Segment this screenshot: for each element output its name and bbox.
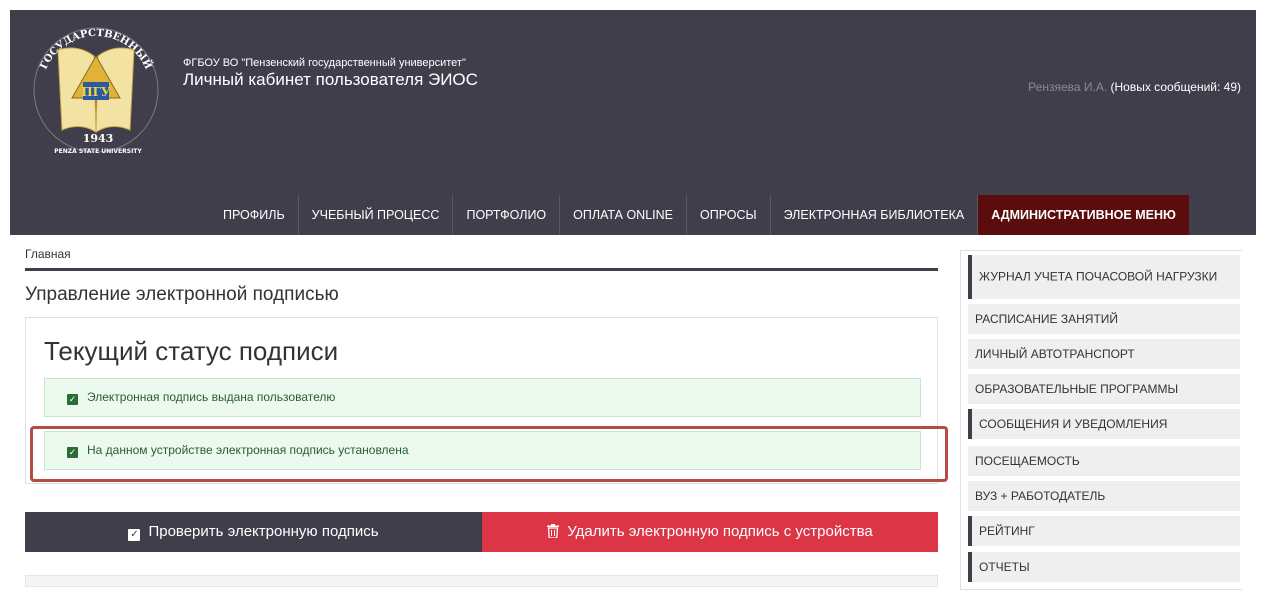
status-heading: Текущий статус подписи xyxy=(44,336,339,366)
sidebar-item-reports[interactable]: ОТЧЕТЫ xyxy=(968,552,1240,582)
sidebar-item-label: ОБРАЗОВАТЕЛЬНЫЕ ПРОГРАММЫ xyxy=(975,382,1179,396)
sidebar-item-hourly-load-journal[interactable]: ЖУРНАЛ УЧЕТА ПОЧАСОВОЙ НАГРУЗКИ xyxy=(968,255,1240,299)
sidebar-item-messages[interactable]: СООБЩЕНИЯ И УВЕДОМЛЕНИЯ xyxy=(968,409,1240,439)
sidebar-item-university-employer[interactable]: ВУЗ + РАБОТОДАТЕЛЬ xyxy=(968,481,1240,511)
check-square-icon: ✓ xyxy=(128,529,141,541)
svg-text:PENZA STATE UNIVERSITY: PENZA STATE UNIVERSITY xyxy=(54,148,142,155)
main-nav: ПРОФИЛЬ УЧЕБНЫЙ ПРОЦЕСС ПОРТФОЛИО ОПЛАТА… xyxy=(210,195,1189,235)
user-info: Рензяева И.А. (Новых сообщений: 49) xyxy=(1028,80,1241,94)
sidebar-item-label: ПОСЕЩАЕМОСТЬ xyxy=(975,454,1080,468)
sidebar-item-label: ЛИЧНЫЙ АВТОТРАНСПОРТ xyxy=(975,347,1135,361)
nav-admin-menu[interactable]: АДМИНИСТРАТИВНОЕ МЕНЮ xyxy=(977,195,1189,235)
check-square-icon: ✓ xyxy=(67,394,78,405)
nav-study-process[interactable]: УЧЕБНЫЙ ПРОЦЕСС xyxy=(297,195,453,235)
sidebar-item-label: РАСПИСАНИЕ ЗАНЯТИЙ xyxy=(975,312,1119,326)
alert-signature-issued: ✓ Электронная подпись выдана пользователю xyxy=(44,378,921,417)
alert-text: Электронная подпись выдана пользователю xyxy=(87,390,336,404)
breadcrumb-home[interactable]: Главная xyxy=(25,247,71,261)
sidebar-item-label: СООБЩЕНИЯ И УВЕДОМЛЕНИЯ xyxy=(979,417,1168,431)
page-title: Управление электронной подписью xyxy=(25,284,339,305)
messages-link[interactable]: (Новых сообщений: 49) xyxy=(1111,80,1241,94)
sidebar-item-vehicles[interactable]: ЛИЧНЫЙ АВТОТРАНСПОРТ xyxy=(968,339,1240,369)
nav-payment-online[interactable]: ОПЛАТА ONLINE xyxy=(559,195,686,235)
sidebar-item-schedule[interactable]: РАСПИСАНИЕ ЗАНЯТИЙ xyxy=(968,304,1240,334)
nav-profile[interactable]: ПРОФИЛЬ xyxy=(210,195,298,235)
university-logo[interactable]: ГОСУДАРСТВЕННЫЙ ПГУ 1943 PENZA STATE UNI… xyxy=(28,10,163,170)
nav-portfolio[interactable]: ПОРТФОЛИО xyxy=(452,195,559,235)
trash-icon xyxy=(547,512,560,552)
sidebar-item-label: ВУЗ + РАБОТОДАТЕЛЬ xyxy=(975,489,1106,503)
nav-surveys[interactable]: ОПРОСЫ xyxy=(686,195,770,235)
admin-sidebar: ЖУРНАЛ УЧЕТА ПОЧАСОВОЙ НАГРУЗКИ РАСПИСАН… xyxy=(960,250,1242,590)
verify-label: Проверить электронную подпись xyxy=(148,523,379,540)
verify-signature-button[interactable]: ✓ Проверить электронную подпись xyxy=(25,512,482,552)
delete-signature-button[interactable]: Удалить электронную подпись с устройства xyxy=(482,512,938,552)
university-name: ФГБОУ ВО "Пензенский государственный уни… xyxy=(183,57,466,69)
sidebar-item-education-programs[interactable]: ОБРАЗОВАТЕЛЬНЫЕ ПРОГРАММЫ xyxy=(968,374,1240,404)
highlight-box xyxy=(30,426,948,482)
nav-e-library[interactable]: ЭЛЕКТРОННАЯ БИБЛИОТЕКА xyxy=(769,195,978,235)
delete-label: Удалить электронную подпись с устройства xyxy=(567,523,873,540)
user-name-link[interactable]: Рензяева И.А. xyxy=(1028,80,1107,94)
sidebar-item-rating[interactable]: РЕЙТИНГ xyxy=(968,516,1240,546)
sidebar-item-label: РЕЙТИНГ xyxy=(979,524,1035,538)
sidebar-item-label: ОТЧЕТЫ xyxy=(979,560,1030,574)
svg-text:1943: 1943 xyxy=(83,132,114,145)
bottom-panel xyxy=(25,575,938,587)
svg-text:ПГУ: ПГУ xyxy=(81,85,111,99)
title-divider xyxy=(25,268,938,271)
site-header: ГОСУДАРСТВЕННЫЙ ПГУ 1943 PENZA STATE UNI… xyxy=(10,10,1256,235)
sidebar-item-attendance[interactable]: ПОСЕЩАЕМОСТЬ xyxy=(968,446,1240,476)
sidebar-item-label: ЖУРНАЛ УЧЕТА ПОЧАСОВОЙ НАГРУЗКИ xyxy=(979,269,1218,284)
cabinet-title: Личный кабинет пользователя ЭИОС xyxy=(183,70,478,89)
